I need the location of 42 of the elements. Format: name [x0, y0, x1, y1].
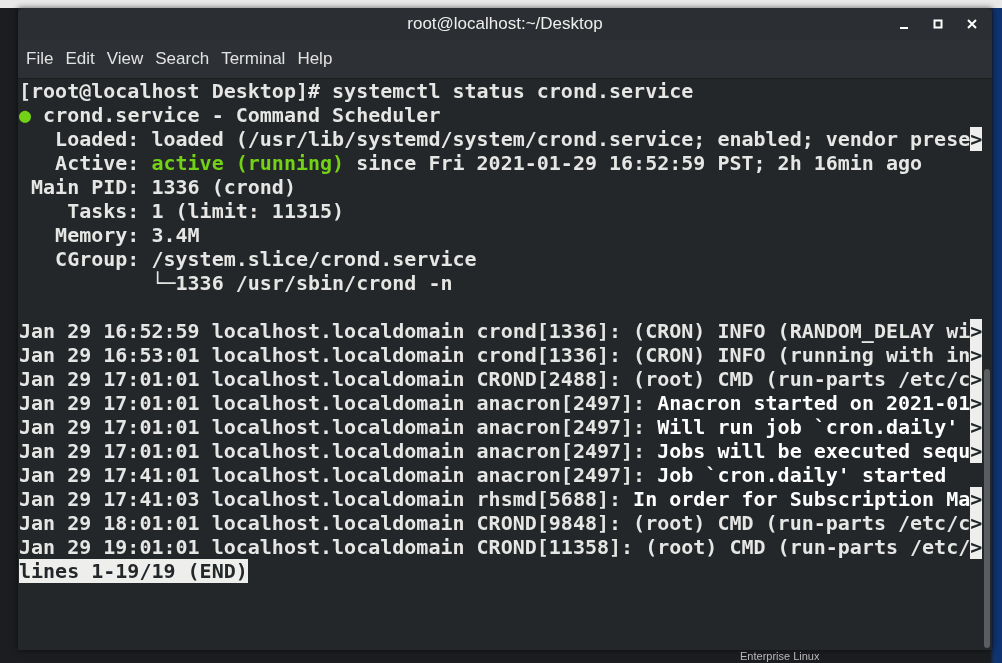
menu-item[interactable]: Search — [149, 47, 216, 71]
truncation-marker: > — [970, 319, 983, 343]
truncation-marker: > — [970, 367, 983, 391]
terminal-line: Active: active (running) since Fri 2021-01-29 16:52:59 PST; 2h 16min ago — [54, 151, 923, 175]
truncation-marker: > — [970, 439, 983, 463]
truncation-marker: > — [970, 415, 983, 439]
truncation-marker: > — [970, 343, 983, 367]
menu-item[interactable]: Terminal — [215, 47, 292, 71]
truncation-marker: > — [970, 127, 983, 151]
terminal-line: Jan 29 16:52:59 localhost.localdomain crond[1336]: (CRON) INFO (RANDOM_DELAY wi — [19, 319, 971, 343]
truncation-marker: > — [970, 487, 983, 511]
menu-item[interactable]: View — [100, 47, 150, 71]
terminal-line: ● crond.service - Command Scheduler — [19, 103, 441, 127]
terminal-line: Jan 29 16:53:01 localhost.localdomain crond[1336]: (CRON) INFO (running with in — [19, 343, 971, 367]
terminal-line: Jan 29 17:01:01 localhost.localdomain anacron[2497]: Will run job `cron.daily' — [19, 415, 960, 439]
truncation-marker: > — [970, 511, 983, 535]
terminal-line: Jan 29 17:01:01 localhost.localdomain CROND[2488]: (root) CMD (run-parts /etc/c — [19, 367, 971, 391]
terminal-line: Tasks: 1 (limit: 11315) — [66, 199, 345, 223]
close-icon — [967, 19, 977, 29]
truncation-marker: > — [970, 391, 983, 415]
terminal-line: CGroup: /system.slice/crond.service — [54, 247, 477, 271]
menu-item[interactable]: File — [20, 47, 60, 71]
pager-status: lines 1-19/19 (END) — [19, 559, 248, 583]
minimize-icon — [900, 27, 908, 29]
terminal-line: └─1336 /usr/sbin/crond -n — [150, 271, 453, 295]
terminal-line: Jan 29 17:01:01 localhost.localdomain anacron[2497]: Jobs will be executed sequ — [19, 439, 971, 463]
terminal-line: Jan 29 17:41:03 localhost.localdomain rhsmd[5688]: In order for Subscription Ma — [19, 487, 971, 511]
maximize-icon — [933, 19, 943, 29]
menu-item[interactable]: Edit — [59, 47, 101, 71]
terminal-line: Memory: 3.4M — [54, 223, 200, 247]
terminal-line: Jan 29 19:01:01 localhost.localdomain CROND[11358]: (root) CMD (run-parts /etc/ — [19, 535, 971, 559]
terminal-line: Jan 29 17:41:01 localhost.localdomain anacron[2497]: Job `cron.daily' started — [19, 463, 947, 487]
menu-item[interactable]: Help — [291, 47, 339, 71]
truncation-marker: > — [970, 535, 983, 559]
terminal-line: Jan 29 18:01:01 localhost.localdomain CROND[9848]: (root) CMD (run-parts /etc/c — [19, 511, 971, 535]
terminal-line: Loaded: loaded (/usr/lib/systemd/system/crond.service; enabled; vendor prese — [54, 127, 971, 151]
window-title: root@localhost:~/Desktop — [407, 14, 603, 34]
desktop-text: Enterprise Linux — [740, 650, 820, 663]
scrollbar-thumb[interactable] — [984, 369, 990, 648]
terminal-line: [root@localhost Desktop]# systemctl status crond.service — [19, 79, 694, 103]
terminal-line: Jan 29 17:01:01 localhost.localdomain anacron[2497]: Anacron started on 2021-01 — [19, 391, 971, 415]
terminal-line: Main PID: 1336 (crond) — [30, 175, 296, 199]
